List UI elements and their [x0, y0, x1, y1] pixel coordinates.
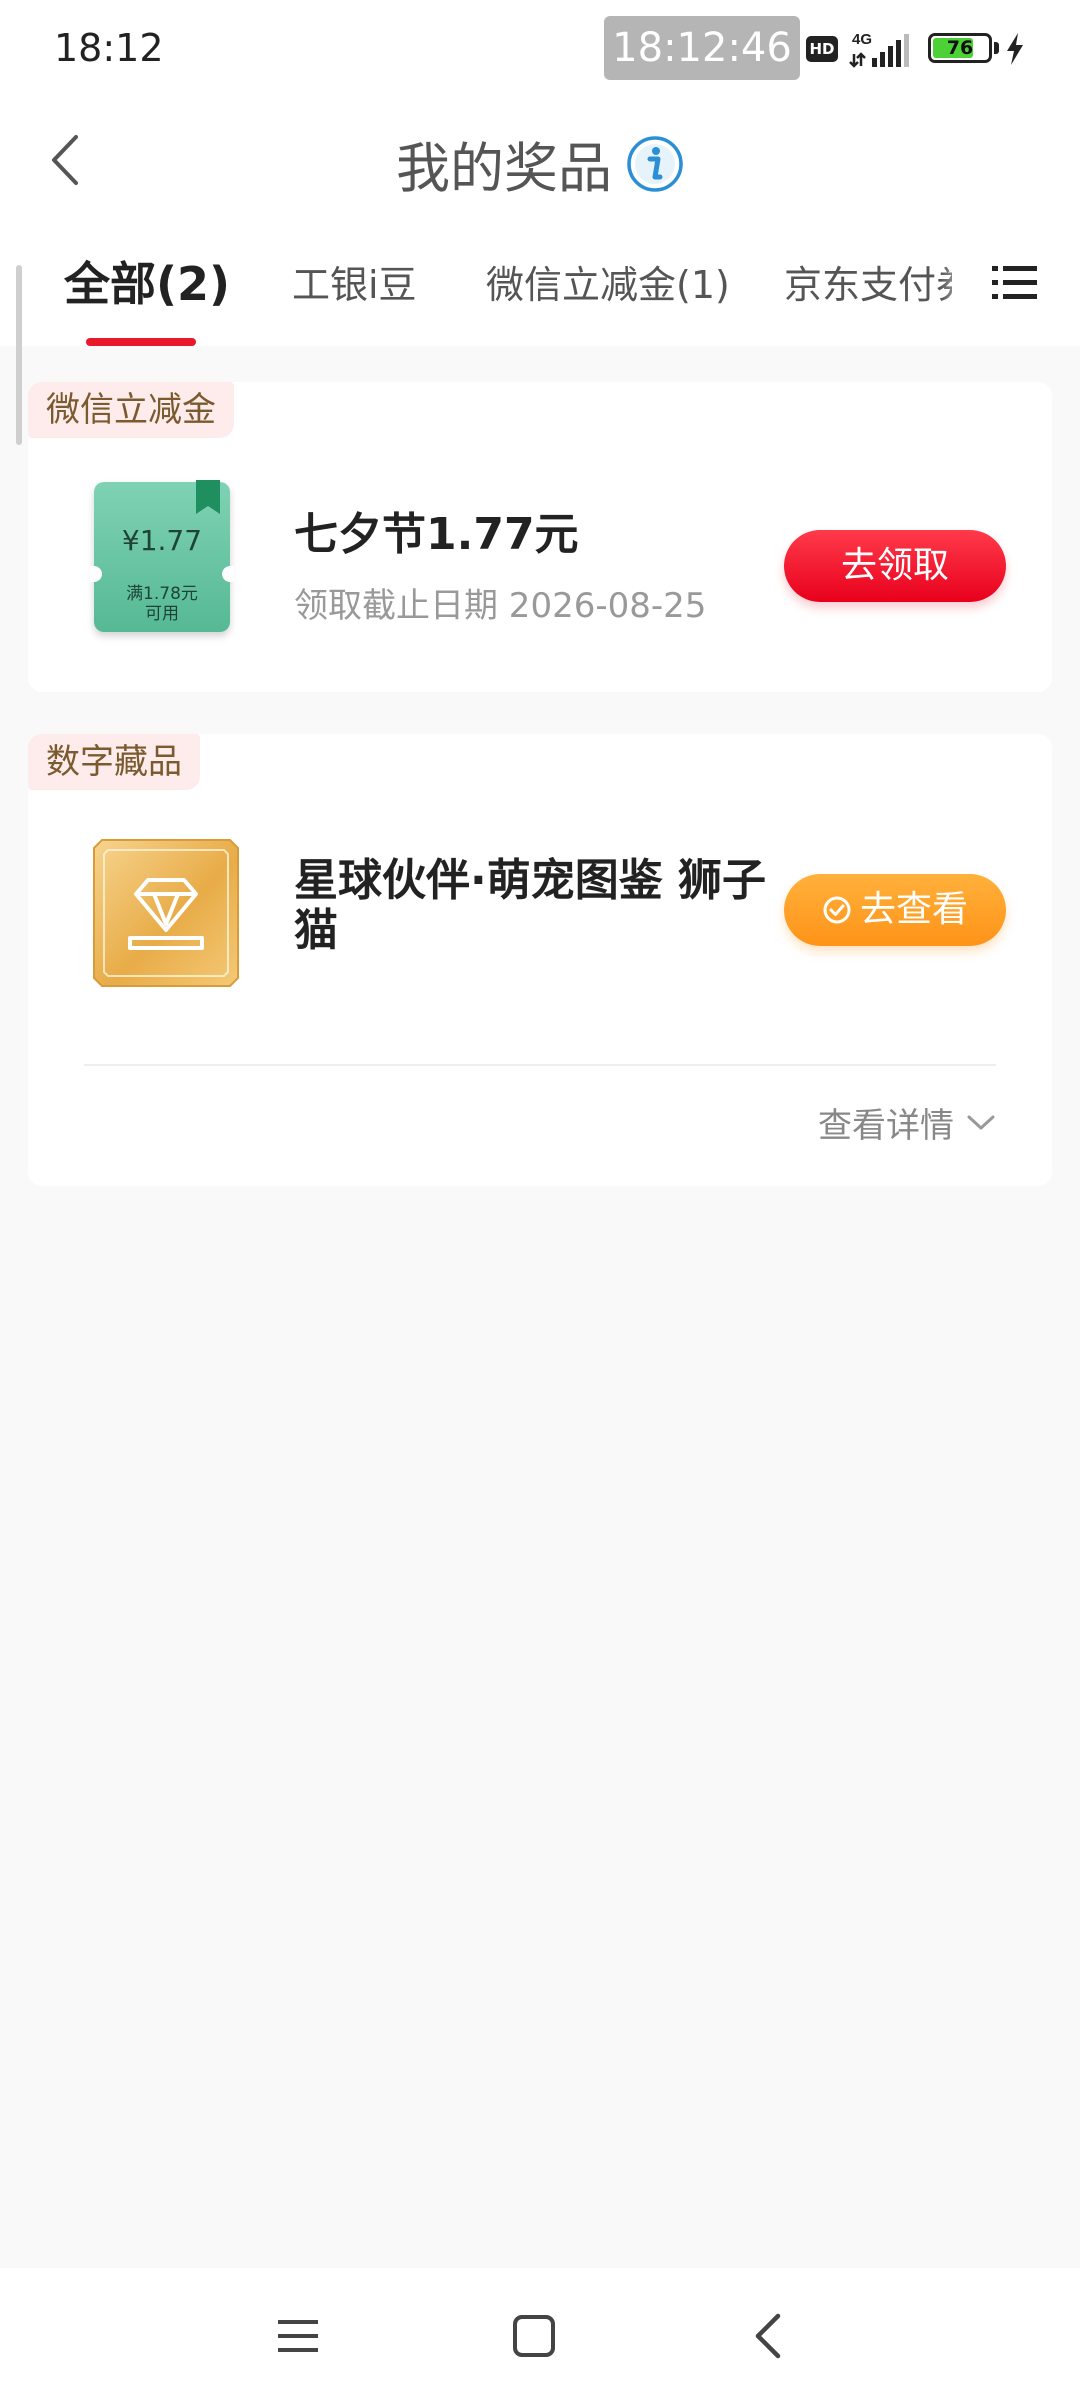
claim-button-label: 去领取 — [840, 545, 949, 586]
chevron-down-icon — [967, 1115, 995, 1129]
coupon-notch — [90, 566, 102, 582]
view-details-link[interactable]: 查看详情 — [818, 1098, 996, 1147]
title-area: 我的奖品 — [0, 124, 1080, 203]
claim-button[interactable]: 去领取 — [784, 530, 1006, 602]
status-time: 18:12 — [54, 26, 164, 70]
coupon-amount: ¥1.77 — [121, 524, 203, 557]
collectible-thumbnail — [93, 839, 239, 987]
tab-bar: 全部(2) 工银i豆 微信立减金(1) 京东支付券 — [0, 220, 1080, 346]
scroll-indicator — [16, 265, 22, 445]
category-tag: 微信立减金 — [28, 382, 234, 438]
header: 我的奖品 — [0, 100, 1080, 220]
bookmark-icon — [196, 480, 220, 514]
list-menu-icon[interactable] — [990, 258, 1040, 308]
system-nav-bar — [0, 2268, 1080, 2400]
prize-card-collectible: 数字藏品 星球伙伴·萌宠图鉴 狮子猫 去查看 查看详情 — [28, 734, 1052, 1186]
tab-fade — [940, 220, 980, 346]
coupon-condition: 满1.78元 可用 — [94, 584, 230, 624]
view-details-label: 查看详情 — [818, 1106, 954, 1146]
info-icon[interactable] — [626, 135, 684, 193]
claim-deadline: 领取截止日期 2026-08-25 — [294, 586, 707, 626]
coupon-thumbnail: ¥1.77 满1.78元 可用 — [90, 480, 234, 632]
coupon-condition-line2: 可用 — [145, 604, 179, 624]
check-circle-icon — [823, 896, 851, 924]
signal-icon: 4G — [849, 31, 909, 68]
tab-jd-pay-coupon[interactable]: 京东支付券 — [784, 254, 952, 309]
back-icon[interactable] — [742, 2308, 798, 2364]
status-bar: 18:12 18:12:46 HD 4G 76 — [0, 0, 1080, 100]
tab-wechat-discount[interactable]: 微信立减金(1) — [486, 254, 730, 309]
page-title: 我的奖品 — [396, 137, 612, 200]
menu-icon[interactable] — [272, 2308, 328, 2364]
prize-title: 星球伙伴·萌宠图鉴 狮子猫 — [294, 855, 767, 956]
view-button-label: 去查看 — [859, 889, 968, 930]
tab-all[interactable]: 全部(2) — [64, 248, 230, 314]
divider — [84, 1064, 996, 1066]
active-tab-indicator — [86, 338, 196, 346]
charging-bolt-icon — [1007, 33, 1023, 65]
battery-icon: 76 — [928, 33, 992, 63]
network-label: 4G — [852, 31, 872, 48]
hd-badge: HD — [806, 36, 838, 62]
overlay-clock: 18:12:46 — [604, 16, 800, 80]
view-button[interactable]: 去查看 — [784, 874, 1006, 946]
coupon-notch — [222, 566, 234, 582]
coupon-condition-line1: 满1.78元 — [126, 584, 198, 604]
prize-title: 七夕节1.77元 — [294, 509, 579, 560]
prize-card-wechat: 微信立减金 ¥1.77 满1.78元 可用 七夕节1.77元 领取截止日期 20… — [28, 382, 1052, 692]
category-tag: 数字藏品 — [28, 734, 200, 790]
battery-cap — [994, 42, 999, 54]
battery-percent: 76 — [946, 37, 974, 59]
home-icon[interactable] — [506, 2308, 562, 2364]
tab-icbc-beans[interactable]: 工银i豆 — [292, 254, 417, 309]
